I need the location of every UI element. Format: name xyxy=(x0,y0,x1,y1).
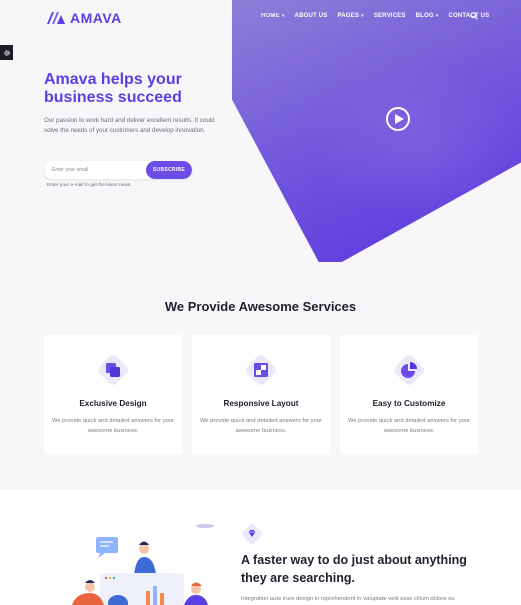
services-title: We Provide Awesome Services xyxy=(164,299,357,314)
service-title: Responsive Layout xyxy=(223,399,299,408)
nav-item-about-us[interactable]: ABOUT US xyxy=(295,13,328,19)
grid-icon xyxy=(246,355,276,385)
settings-toggle[interactable] xyxy=(0,45,13,60)
play-video-button[interactable] xyxy=(386,107,410,131)
main-nav: HOME ▾ ABOUT US PAGES ▾ SERVICES BLOG ▾ CON… xyxy=(261,13,489,19)
play-icon xyxy=(394,114,404,124)
logo[interactable]: AMAVA xyxy=(46,10,122,26)
diamond-icon xyxy=(241,523,263,545)
service-card: Responsive Layout We provide quick and d… xyxy=(192,335,330,454)
service-description: We provide quick and detailed answers fo… xyxy=(199,418,322,434)
subscribe-note: Enter your e-mail to get the latest news… xyxy=(47,183,132,188)
nav-item-home[interactable]: HOME ▾ xyxy=(261,13,285,19)
logo-mark-icon xyxy=(47,12,65,24)
nav-item-pages[interactable]: PAGES ▾ xyxy=(337,13,363,19)
service-card: Easy to Customize We provide quick and d… xyxy=(340,335,478,454)
nav-item-contact-us[interactable]: CONTACT US xyxy=(448,13,489,19)
feature-title: A faster way to do just about anything t… xyxy=(241,553,467,585)
subscribe-form: SUBSCRIBE xyxy=(44,161,192,179)
service-title: Easy to Customize xyxy=(372,399,446,408)
service-description: We provide quick and detailed answers fo… xyxy=(51,418,174,434)
hero-title: Amava helps your business succeed xyxy=(44,71,182,106)
team-illustration xyxy=(72,524,214,605)
search-icon[interactable] xyxy=(470,12,478,20)
layers-icon xyxy=(98,355,128,385)
subscribe-button[interactable]: SUBSCRIBE xyxy=(146,161,192,179)
brand-name: AMAVA xyxy=(70,10,122,26)
service-card: Exclusive Design We provide quick and de… xyxy=(44,335,182,454)
chevron-down-icon: ▾ xyxy=(281,13,285,19)
hero-subtitle: Our passion to work hard and deliver exc… xyxy=(44,117,215,134)
gear-icon xyxy=(3,49,10,56)
feature-description: Integration aute irure design in reprehe… xyxy=(241,596,455,602)
hero-image xyxy=(232,0,521,262)
chevron-down-icon: ▾ xyxy=(361,13,364,19)
email-field[interactable] xyxy=(44,161,146,179)
chevron-down-icon: ▾ xyxy=(435,13,439,19)
pie-chart-icon xyxy=(394,355,424,385)
nav-item-services[interactable]: SERVICES xyxy=(374,13,406,19)
service-description: We provide quick and detailed answers fo… xyxy=(347,418,470,434)
service-title: Exclusive Design xyxy=(79,399,147,408)
nav-item-blog[interactable]: BLOG ▾ xyxy=(416,13,439,19)
hero-section: AMAVA HOME ▾ ABOUT US PAGES ▾ SERVICES BLO… xyxy=(0,0,521,285)
